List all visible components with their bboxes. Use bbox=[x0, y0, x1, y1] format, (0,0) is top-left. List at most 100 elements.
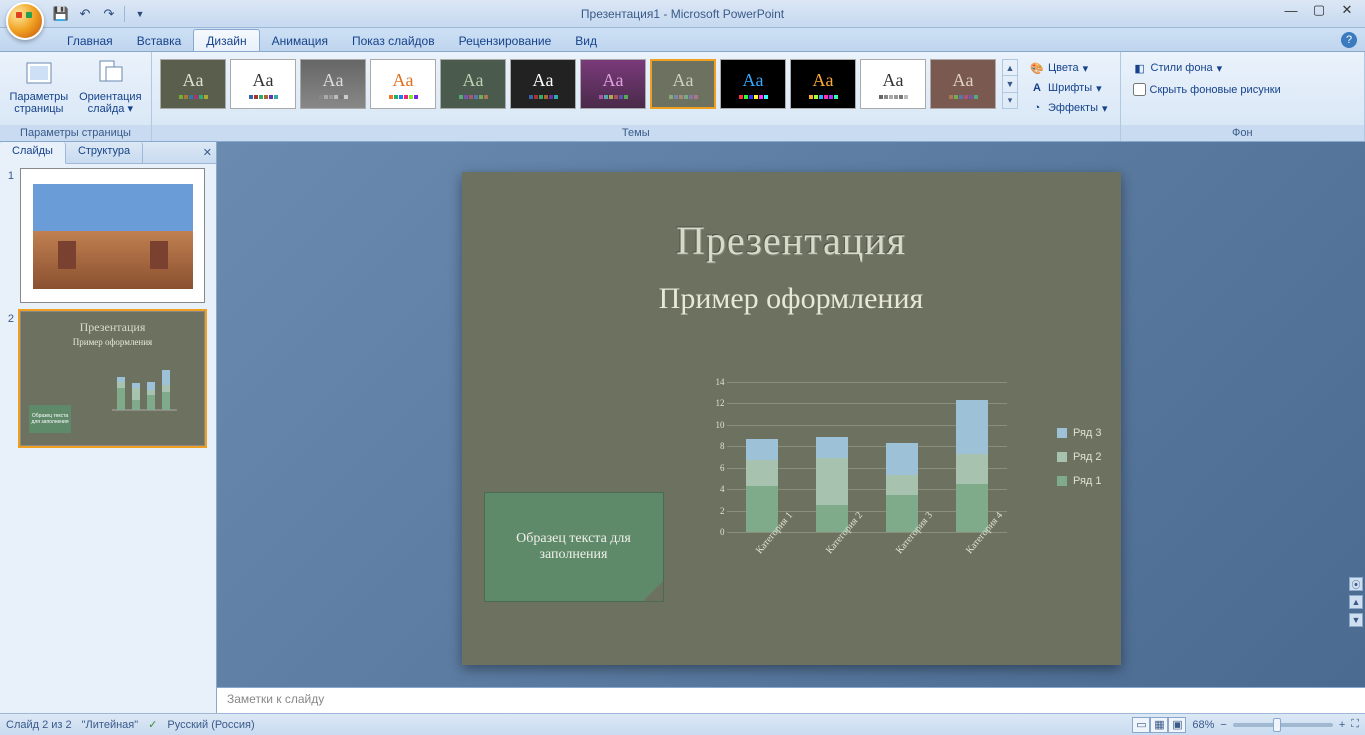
slide-title[interactable]: Презентация bbox=[462, 217, 1121, 264]
maximize-button[interactable]: ▢ bbox=[1305, 0, 1333, 20]
theme-gallery: Aa Aa Aa Aa Aa Aa Aa Aa Aa Aa Aa Aa ▲ ▼ … bbox=[158, 55, 1020, 113]
quick-access-toolbar: 💾 ↶ ↷ ▼ bbox=[52, 0, 149, 27]
slide-number: 1 bbox=[4, 168, 14, 303]
normal-view-icon[interactable]: ▭ bbox=[1132, 717, 1150, 733]
fit-window-icon[interactable]: ⛶ bbox=[1351, 718, 1359, 731]
thumb-subtitle: Пример оформления bbox=[21, 337, 204, 347]
zoom-out-icon[interactable]: − bbox=[1220, 719, 1226, 731]
bg-styles-label: Стили фона bbox=[1151, 62, 1213, 74]
theme-thumb-5[interactable]: Aa bbox=[440, 59, 506, 109]
fonts-icon: A bbox=[1030, 81, 1044, 95]
slide-thumb-1[interactable] bbox=[20, 168, 205, 303]
effects-icon: ◔ bbox=[1030, 101, 1044, 115]
slides-panel: Слайды Структура ✕ 1 2 Презентация Приме… bbox=[0, 142, 217, 713]
hide-bg-label: Скрыть фоновые рисунки bbox=[1150, 84, 1281, 96]
slides-list: 1 2 Презентация Пример оформления Образе… bbox=[0, 164, 216, 713]
tab-slideshow[interactable]: Показ слайдов bbox=[340, 30, 447, 51]
tab-insert[interactable]: Вставка bbox=[125, 30, 194, 51]
close-button[interactable]: ✕ bbox=[1333, 0, 1361, 20]
theme-thumb-2[interactable]: Aa bbox=[230, 59, 296, 109]
theme-thumb-8[interactable]: Aa bbox=[650, 59, 716, 109]
panel-tab-slides[interactable]: Слайды bbox=[0, 142, 66, 164]
slide-thumb-2[interactable]: Презентация Пример оформления Образец те… bbox=[20, 311, 205, 446]
gallery-up-icon[interactable]: ▲ bbox=[1003, 60, 1017, 76]
fonts-button[interactable]: AШрифты ▾ bbox=[1026, 79, 1112, 97]
chart-y-axis: 02468101214 bbox=[702, 382, 727, 532]
tab-review[interactable]: Рецензирование bbox=[447, 30, 564, 51]
colors-button[interactable]: 🎨Цвета ▾ bbox=[1026, 59, 1112, 77]
group-bg-label: Фон bbox=[1121, 125, 1364, 141]
status-slide-info: Слайд 2 из 2 bbox=[6, 719, 72, 731]
qat-customize-icon[interactable]: ▼ bbox=[131, 5, 149, 23]
workspace: Презентация Пример оформления Образец те… bbox=[217, 142, 1365, 713]
panel-tabs: Слайды Структура ✕ bbox=[0, 142, 216, 164]
slide-nav-buttons: ⦿ ▲ ▼ bbox=[1349, 577, 1363, 627]
redo-icon[interactable]: ↷ bbox=[100, 5, 118, 23]
panel-close-icon[interactable]: ✕ bbox=[203, 146, 212, 159]
status-language[interactable]: Русский (Россия) bbox=[167, 719, 254, 731]
panel-tab-outline[interactable]: Структура bbox=[66, 142, 143, 163]
tab-design[interactable]: Дизайн bbox=[193, 29, 259, 51]
titlebar: 💾 ↶ ↷ ▼ Презентация1 - Microsoft PowerPo… bbox=[0, 0, 1365, 28]
slide-canvas[interactable]: Презентация Пример оформления Образец те… bbox=[462, 172, 1121, 665]
slide-item-2: 2 Презентация Пример оформления Образец … bbox=[4, 311, 212, 446]
slide-textbox[interactable]: Образец текста для заполнения bbox=[484, 492, 664, 602]
gallery-down-icon[interactable]: ▼ bbox=[1003, 76, 1017, 92]
colors-label: Цвета bbox=[1048, 62, 1079, 74]
effects-label: Эффекты bbox=[1048, 102, 1098, 114]
save-icon[interactable]: 💾 bbox=[52, 5, 70, 23]
slideshow-view-icon[interactable]: ▣ bbox=[1168, 717, 1186, 733]
group-page-setup-label: Параметры страницы bbox=[0, 125, 151, 141]
page-params-button[interactable]: Параметры страницы bbox=[6, 55, 72, 117]
slide-subtitle[interactable]: Пример оформления bbox=[462, 282, 1121, 316]
minimize-button[interactable]: ― bbox=[1277, 0, 1305, 20]
group-themes-label: Темы bbox=[152, 125, 1120, 141]
spellcheck-icon[interactable]: ✓ bbox=[148, 718, 157, 731]
tab-view[interactable]: Вид bbox=[563, 30, 609, 51]
thumb-chart bbox=[102, 360, 192, 420]
page-params-label: Параметры страницы bbox=[10, 91, 69, 115]
hide-bg-checkbox[interactable] bbox=[1133, 83, 1146, 96]
theme-thumb-3[interactable]: Aa bbox=[300, 59, 366, 109]
theme-thumb-1[interactable]: Aa bbox=[160, 59, 226, 109]
theme-thumb-6[interactable]: Aa bbox=[510, 59, 576, 109]
help-icon[interactable]: ? bbox=[1341, 32, 1357, 48]
sorter-view-icon[interactable]: ▦ bbox=[1150, 717, 1168, 733]
group-background: ◧Стили фона ▾ Скрыть фоновые рисунки Фон bbox=[1121, 52, 1365, 141]
zoom-in-icon[interactable]: + bbox=[1339, 719, 1345, 731]
zoom-thumb[interactable] bbox=[1273, 718, 1281, 732]
theme-thumb-7[interactable]: Aa bbox=[580, 59, 646, 109]
chart[interactable]: 02468101214 Категория 1Категория 2Катего… bbox=[682, 382, 1102, 612]
thumb-title: Презентация bbox=[21, 320, 204, 335]
theme-thumb-10[interactable]: Aa bbox=[790, 59, 856, 109]
next-up-icon[interactable]: ▲ bbox=[1349, 595, 1363, 609]
prev-slide-icon[interactable]: ⦿ bbox=[1349, 577, 1363, 591]
notes-pane[interactable]: Заметки к слайду bbox=[217, 687, 1365, 713]
hide-bg-checkbox-row[interactable]: Скрыть фоновые рисунки bbox=[1129, 81, 1285, 98]
orientation-icon bbox=[94, 57, 126, 89]
theme-thumb-9[interactable]: Aa bbox=[720, 59, 786, 109]
slide-canvas-wrap[interactable]: Презентация Пример оформления Образец те… bbox=[217, 142, 1365, 687]
slide-item-1: 1 bbox=[4, 168, 212, 303]
qat-separator bbox=[124, 6, 125, 22]
next-down-icon[interactable]: ▼ bbox=[1349, 613, 1363, 627]
undo-icon[interactable]: ↶ bbox=[76, 5, 94, 23]
main-area: Слайды Структура ✕ 1 2 Презентация Приме… bbox=[0, 142, 1365, 713]
tab-home[interactable]: Главная bbox=[55, 30, 125, 51]
bg-styles-button[interactable]: ◧Стили фона ▾ bbox=[1129, 59, 1227, 77]
bg-styles-icon: ◧ bbox=[1133, 61, 1147, 75]
theme-thumb-11[interactable]: Aa bbox=[860, 59, 926, 109]
slide1-image bbox=[33, 184, 193, 289]
zoom-level[interactable]: 68% bbox=[1192, 719, 1214, 731]
tab-animation[interactable]: Анимация bbox=[260, 30, 340, 51]
office-button[interactable] bbox=[6, 2, 44, 40]
group-page-setup: Параметры страницы Ориентация слайда ▾ П… bbox=[0, 52, 152, 141]
fonts-label: Шрифты bbox=[1048, 82, 1092, 94]
theme-thumb-12[interactable]: Aa bbox=[930, 59, 996, 109]
theme-thumb-4[interactable]: Aa bbox=[370, 59, 436, 109]
page-setup-icon bbox=[23, 57, 55, 89]
group-themes: Aa Aa Aa Aa Aa Aa Aa Aa Aa Aa Aa Aa ▲ ▼ … bbox=[152, 52, 1121, 141]
effects-button[interactable]: ◔Эффекты ▾ bbox=[1026, 99, 1112, 117]
orientation-button[interactable]: Ориентация слайда ▾ bbox=[76, 55, 145, 117]
gallery-more-icon[interactable]: ▾ bbox=[1003, 93, 1017, 108]
